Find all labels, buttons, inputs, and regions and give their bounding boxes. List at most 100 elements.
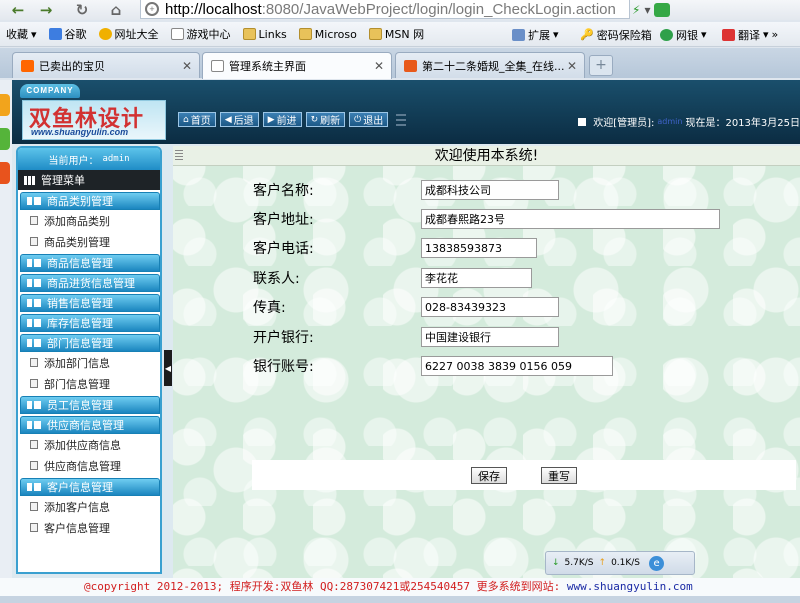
collapse-sidebar-button[interactable]: ◀ xyxy=(164,350,172,386)
customer-address-input[interactable] xyxy=(421,209,720,229)
chevron-down-icon: ▾ xyxy=(553,28,559,41)
menu-group[interactable]: 客户信息管理 xyxy=(20,478,160,496)
footer-site-link[interactable]: www.shuangyulin.com xyxy=(567,580,693,593)
fav-label: Microso xyxy=(314,27,357,41)
browser-side-panel xyxy=(0,80,12,578)
bank-name-input[interactable] xyxy=(421,327,559,347)
url-host: http://localhost xyxy=(165,0,262,18)
fav-item-links[interactable]: Links xyxy=(237,28,293,41)
favorites-bar: 收藏 ▾ 谷歌 网址大全 游戏中心 Links Microso MSN 网 扩展 ▾… xyxy=(0,22,800,47)
refresh-icon[interactable]: ↻ xyxy=(70,0,94,20)
menu-group[interactable]: 部门信息管理 xyxy=(20,334,160,352)
reset-button[interactable]: 重写 xyxy=(541,466,577,484)
menu-item[interactable]: 添加客户信息 xyxy=(18,496,160,517)
menu-group[interactable]: 销售信息管理 xyxy=(20,294,160,312)
menu-group[interactable]: 商品进货信息管理 xyxy=(20,274,160,292)
power-icon: ⏻ xyxy=(354,114,362,125)
folder-list-icon xyxy=(27,197,41,205)
home-button[interactable]: ⌂ 首页 xyxy=(178,112,216,127)
tab-admin-main[interactable]: 管理系统主界面 ✕ xyxy=(202,52,392,79)
close-icon[interactable]: ✕ xyxy=(567,59,577,73)
key-icon: 🔑 xyxy=(580,28,594,41)
field-row-address: 客户地址: xyxy=(253,208,720,230)
tab-bar: 已卖出的宝贝 ✕ 管理系统主界面 ✕ 第二十二条婚规_全集_在线... ✕ + xyxy=(0,48,800,79)
menu-item[interactable]: 添加商品类别 xyxy=(18,210,160,231)
fav-item-google[interactable]: 谷歌 xyxy=(43,26,93,42)
close-icon[interactable]: ✕ xyxy=(182,59,192,73)
logout-button[interactable]: ⏻ 退出 xyxy=(349,112,389,127)
top-nav: ⌂ 首页 ◀ 后退 ▶ 前进 ↻ 刷新 ⏻ 退出 xyxy=(178,112,407,127)
nav-label: 刷新 xyxy=(320,116,341,127)
menu-group[interactable]: 供应商信息管理 xyxy=(20,416,160,434)
forward-button[interactable]: ▶ 前进 xyxy=(262,112,302,127)
menu-group[interactable]: 员工信息管理 xyxy=(20,396,160,414)
document-icon xyxy=(30,358,38,367)
save-button[interactable]: 保存 xyxy=(471,466,507,484)
fav-item-hao[interactable]: 网址大全 xyxy=(93,26,165,42)
site-icon xyxy=(98,28,112,40)
bank-account-input[interactable] xyxy=(421,356,613,376)
lightning-icon[interactable]: ⚡ xyxy=(632,3,640,17)
tab-video[interactable]: 第二十二条婚规_全集_在线... ✕ xyxy=(395,52,585,78)
sidebar-app-icon[interactable] xyxy=(0,162,10,184)
network-speed-widget[interactable]: ↓ 5.7K/S ↑ 0.1K/S e xyxy=(545,551,695,575)
current-date: 现在是：2013年3月25日 xyxy=(685,118,800,129)
menu-item-label: 部门信息管理 xyxy=(44,377,110,391)
fav-item-games[interactable]: 游戏中心 xyxy=(165,26,237,42)
extensions-button[interactable]: 扩展 ▾ xyxy=(512,22,559,46)
fav-item-msn[interactable]: MSN 网 xyxy=(363,26,430,42)
tab-title: 已卖出的宝贝 xyxy=(39,59,105,73)
refresh-button[interactable]: ↻ 刷新 xyxy=(305,112,346,127)
folder-list-icon xyxy=(27,319,41,327)
menu-group[interactable]: 商品类别管理 xyxy=(20,192,160,210)
menu-item[interactable]: 客户信息管理 xyxy=(18,517,160,538)
footer-copyright: @copyright 2012-2013; 程序开发:双鱼林 QQ:287307… xyxy=(0,578,800,596)
browser-logo-icon: e xyxy=(649,555,665,571)
back-button[interactable]: ◀ 后退 xyxy=(219,112,259,127)
ebank-button[interactable]: 网银 ▾ xyxy=(660,22,707,46)
field-row-fax: 传真: xyxy=(253,296,559,318)
logo: 双鱼林设计 www.shuangyulin.com xyxy=(22,100,166,140)
close-icon[interactable]: ✕ xyxy=(374,59,384,73)
sidebar-app-icon[interactable] xyxy=(0,94,10,116)
menu-item[interactable]: 部门信息管理 xyxy=(18,373,160,394)
home-icon[interactable]: ⌂ xyxy=(104,0,128,20)
url-input[interactable]: + http://localhost:8080/JavaWebProject/l… xyxy=(140,0,630,19)
menu-group[interactable]: 库存信息管理 xyxy=(20,314,160,332)
document-icon xyxy=(30,379,38,388)
grip-icon xyxy=(396,113,407,126)
more-icon: » xyxy=(771,28,779,41)
back-icon[interactable]: ← xyxy=(6,0,30,20)
password-vault-button[interactable]: 🔑 密码保险箱 xyxy=(580,22,652,46)
menu-item[interactable]: 添加部门信息 xyxy=(18,352,160,373)
main-content: 欢迎使用本系统! 客户名称: 客户地址: 客户电话: 联系人: 传真: 开户银行… xyxy=(173,146,800,578)
footer-text: @copyright 2012-2013; 程序开发:双鱼林 QQ:287307… xyxy=(84,580,567,593)
grip-icon xyxy=(175,150,183,162)
folder-list-icon xyxy=(27,279,41,287)
favorites-menu[interactable]: 收藏 ▾ xyxy=(0,26,43,42)
menu-group[interactable]: 商品信息管理 xyxy=(20,254,160,272)
fax-input[interactable] xyxy=(421,297,559,317)
menu-item[interactable]: 供应商信息管理 xyxy=(18,455,160,476)
logo-url: www.shuangyulin.com xyxy=(31,127,129,137)
customer-phone-input[interactable] xyxy=(421,238,537,258)
menu-item-label: 添加部门信息 xyxy=(44,356,110,370)
search-engine-icon[interactable] xyxy=(654,3,671,17)
forward-icon[interactable]: → xyxy=(34,0,58,20)
customer-name-input[interactable] xyxy=(421,180,559,200)
tab-title: 第二十二条婚规_全集_在线... xyxy=(422,59,565,73)
current-user-label: 当前用户： xyxy=(48,155,99,167)
tab-sold-items[interactable]: 已卖出的宝贝 ✕ xyxy=(12,52,200,78)
menu-group-label: 部门信息管理 xyxy=(47,337,113,350)
contact-person-input[interactable] xyxy=(421,268,532,288)
translate-button[interactable]: 翻译 ▾» xyxy=(722,22,779,46)
menu-item[interactable]: 添加供应商信息 xyxy=(18,434,160,455)
menu-item[interactable]: 商品类别管理 xyxy=(18,231,160,252)
sidebar-app-icon[interactable] xyxy=(0,128,10,150)
fav-item-microsoft[interactable]: Microso xyxy=(293,28,363,41)
menu-item-label: 添加供应商信息 xyxy=(44,438,121,452)
new-tab-button[interactable]: + xyxy=(589,55,613,76)
dropdown-icon[interactable]: ▾ xyxy=(644,3,650,17)
field-label: 客户地址: xyxy=(253,212,314,228)
field-label: 开户银行: xyxy=(253,330,314,346)
